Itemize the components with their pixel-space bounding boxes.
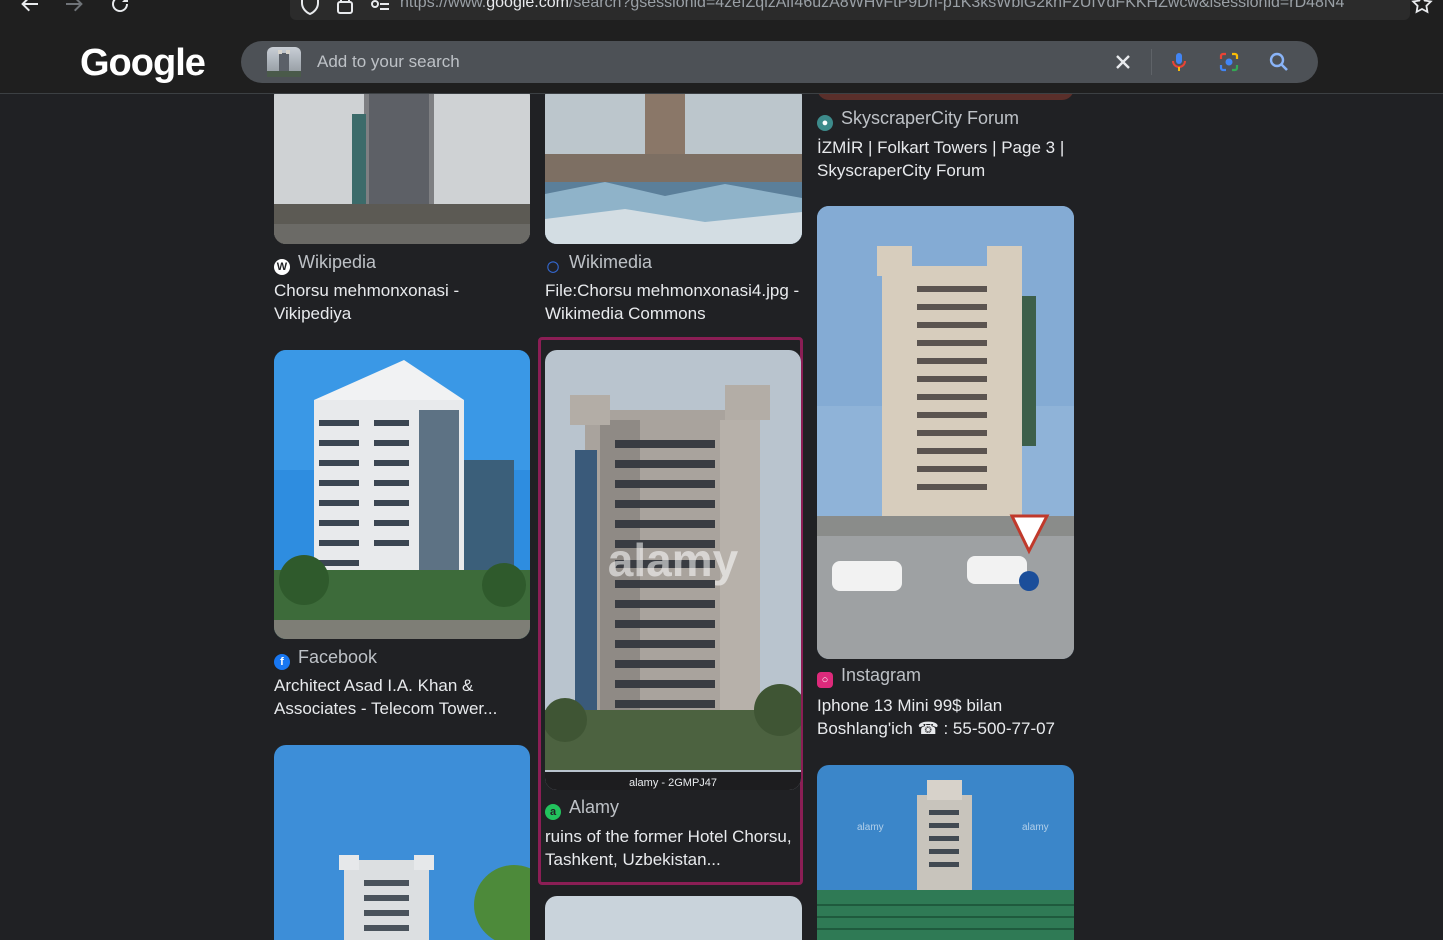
permissions-icon[interactable] (368, 0, 392, 16)
bookmark-star-icon[interactable] (1410, 0, 1434, 16)
facebook-icon: f (274, 654, 290, 670)
result-title-skyscrapercity[interactable]: İZMİR | Folkart Towers | Page 3 | Skyscr… (817, 136, 1074, 182)
result-image-skyscrapercity[interactable] (817, 94, 1074, 100)
forward-arrow-icon[interactable] (62, 0, 86, 16)
globe-icon: ● (817, 115, 833, 131)
result-image-wikipedia[interactable] (274, 94, 530, 244)
result-image-column1-bottom[interactable] (274, 745, 530, 940)
divider (1151, 49, 1152, 75)
result-source-wikipedia[interactable]: W Wikipedia (274, 252, 376, 275)
alamy-icon: a (545, 804, 561, 820)
result-source-skyscrapercity[interactable]: ● SkyscraperCity Forum (817, 108, 1019, 131)
google-header: Google Add to your search (0, 26, 1443, 94)
alamy-watermark: alamy (608, 534, 739, 586)
wikipedia-icon: W (274, 259, 290, 275)
search-box[interactable]: Add to your search (241, 41, 1318, 83)
result-image-alamy[interactable]: alamy alamy - 2GMPJ47 (545, 350, 801, 790)
result-source-alamy[interactable]: a Alamy (545, 797, 619, 820)
result-title-wikimedia[interactable]: File:Chorsu mehmonxonasi4.jpg - Wikimedi… (545, 279, 802, 325)
microphone-icon[interactable] (1167, 50, 1191, 74)
result-source-instagram[interactable]: ○ Instagram (817, 665, 921, 688)
alamy-watermark-right: alamy (1022, 822, 1049, 833)
result-title-facebook[interactable]: Architect Asad I.A. Khan & Associates - … (274, 674, 530, 720)
alamy-stock-id: alamy - 2GMPJ47 (629, 777, 717, 789)
wikimedia-icon: ◯ (546, 261, 560, 273)
image-results-grid: W Wikipedia Chorsu mehmonxonasi - Vikiped… (0, 94, 1443, 940)
back-arrow-icon[interactable] (18, 0, 42, 16)
browser-toolbar: https://www.google.com/search?gsessionid… (0, 0, 1443, 26)
result-source-wikimedia[interactable]: ◯ Wikimedia (545, 252, 652, 275)
result-title-instagram[interactable]: Iphone 13 Mini 99$ bilan Boshlang'ich ☎ … (817, 694, 1074, 740)
url-text[interactable]: https://www.google.com/search?gsessionid… (400, 0, 1400, 12)
search-icon[interactable] (1267, 50, 1291, 74)
result-image-column3-bottom[interactable]: alamy alamy (817, 765, 1074, 940)
google-logo[interactable]: Google (80, 42, 206, 85)
reload-icon[interactable] (108, 0, 132, 16)
google-lens-icon[interactable] (1217, 50, 1241, 74)
instagram-icon: ○ (817, 672, 833, 688)
result-image-wikimedia[interactable] (545, 94, 802, 244)
result-source-facebook[interactable]: f Facebook (274, 647, 377, 670)
result-title-wikipedia[interactable]: Chorsu mehmonxonasi - Vikipediya (274, 279, 530, 325)
result-image-instagram[interactable] (817, 206, 1074, 659)
clear-icon[interactable] (1111, 50, 1135, 74)
shield-icon[interactable] (298, 0, 322, 16)
result-image-column2-bottom[interactable] (545, 896, 802, 940)
result-title-alamy[interactable]: ruins of the former Hotel Chorsu, Tashke… (545, 825, 801, 871)
alamy-watermark-left: alamy (857, 822, 884, 833)
search-input[interactable]: Add to your search (317, 52, 460, 72)
result-image-facebook[interactable] (274, 350, 530, 639)
search-image-thumbnail[interactable] (267, 47, 301, 77)
lock-icon[interactable] (333, 0, 357, 16)
